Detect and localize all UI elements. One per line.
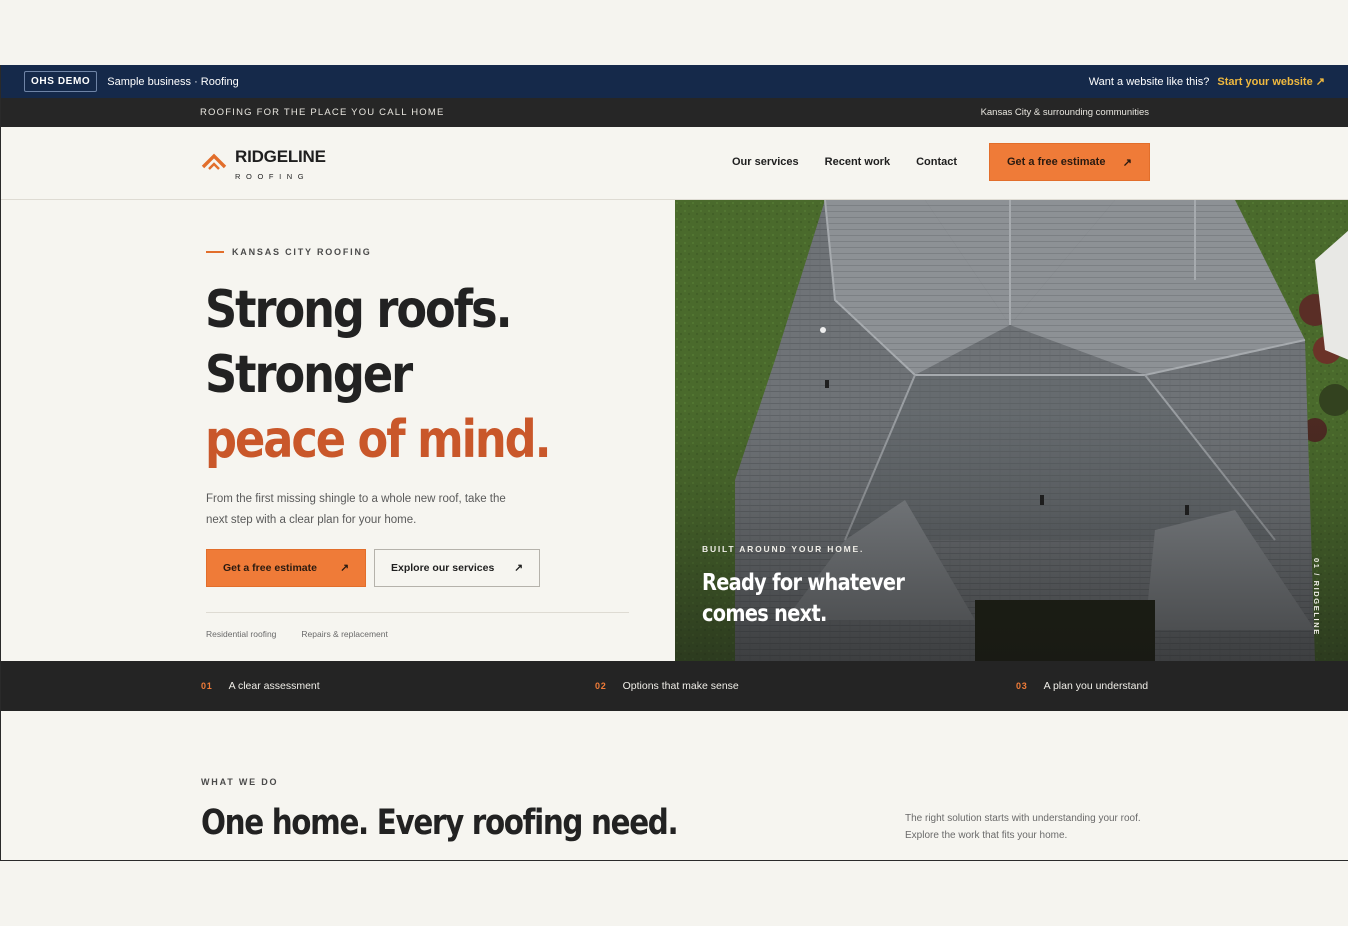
arrow-up-right-icon: ↗ [340,562,349,574]
arrow-up-right-icon: ↗ [1122,156,1132,169]
main-nav: Our services Recent work Contact [732,156,957,168]
hero-description: From the first missing shingle to a whol… [206,493,506,526]
step-2: 02 Options that make sense [595,680,739,692]
hero-content: KANSAS CITY ROOFING Strong roofs. Strong… [1,200,675,661]
hero-estimate-button[interactable]: Get a free estimate ↗ [206,549,366,587]
hero-roof-photo: BUILT AROUND YOUR HOME. Ready for whatev… [675,200,1348,661]
site-header: RIDGELINE ROOFING Our services Recent wo… [1,127,1348,200]
hero-estimate-label: Get a free estimate [223,562,317,574]
hero-divider [206,612,629,613]
explore-services-label: Explore our services [391,562,495,574]
step-2-number: 02 [595,681,607,691]
header-estimate-label: Get a free estimate [1007,156,1106,168]
nav-contact[interactable]: Contact [916,156,957,168]
hero-headline: Strong roofs. Stronger peace of mind. [205,278,552,473]
logo-name: RIDGELINE [235,147,326,166]
explore-services-button[interactable]: Explore our services ↗ [374,549,540,587]
site-logo[interactable]: RIDGELINE ROOFING [201,147,326,181]
process-steps: 01 A clear assessment 02 Options that ma… [1,661,1348,711]
hero-tags: Residential roofing Repairs & replacemen… [206,629,388,639]
step-3-label: A plan you understand [1043,680,1149,692]
step-1-label: A clear assessment [228,680,320,692]
browser-viewport: OHS DEMO Sample business · Roofing Want … [0,65,1348,861]
tag-repairs: Repairs & replacement [301,629,388,639]
step-3: 03 A plan you understand [1016,680,1148,692]
photo-caption: Ready for whatever comes next. [702,570,905,627]
start-website-link[interactable]: Start your website ↗ [1217,75,1325,88]
announcement-bar: ROOFING FOR THE PLACE YOU CALL HOME Kans… [1,98,1348,127]
demo-business-label: Sample business · Roofing [107,75,239,88]
hero-eyebrow-text: KANSAS CITY ROOFING [232,247,372,257]
step-2-label: Options that make sense [622,680,739,692]
demo-badge: OHS DEMO [24,71,98,92]
nav-recent-work[interactable]: Recent work [825,156,890,168]
photo-eyebrow: BUILT AROUND YOUR HOME. [702,544,865,554]
headline-line-2: Stronger [205,345,413,405]
demo-question: Want a website like this? [1088,75,1210,88]
demo-bar-right: Want a website like this? Start your web… [1088,75,1325,89]
photo-vertical-label: 01 / RIDGELINE [1312,558,1321,636]
services-intro: WHAT WE DO One home. Every roofing need.… [1,711,1348,860]
roof-chevron-icon [201,153,227,170]
header-estimate-button[interactable]: Get a free estimate ↗ [989,143,1150,181]
logo-subtitle: ROOFING [235,172,310,181]
arrow-up-right-icon: ↗ [514,562,523,574]
hero-eyebrow: KANSAS CITY ROOFING [206,247,372,257]
demo-bar: OHS DEMO Sample business · Roofing Want … [1,65,1348,98]
nav-our-services[interactable]: Our services [732,156,799,168]
tag-residential: Residential roofing [206,629,277,639]
step-1-number: 01 [201,681,213,691]
announcement-tagline: ROOFING FOR THE PLACE YOU CALL HOME [200,107,445,118]
services-title: One home. Every roofing need. [201,803,679,843]
headline-line-1: Strong roofs. [205,280,513,340]
step-1: 01 A clear assessment [201,680,320,692]
services-description: The right solution starts with understan… [905,813,1141,841]
eyebrow-rule [206,251,224,253]
services-eyebrow: WHAT WE DO [201,777,279,787]
step-3-number: 03 [1016,681,1028,691]
service-area: Kansas City & surrounding communities [980,107,1149,118]
headline-line-3: peace of mind. [205,410,552,470]
